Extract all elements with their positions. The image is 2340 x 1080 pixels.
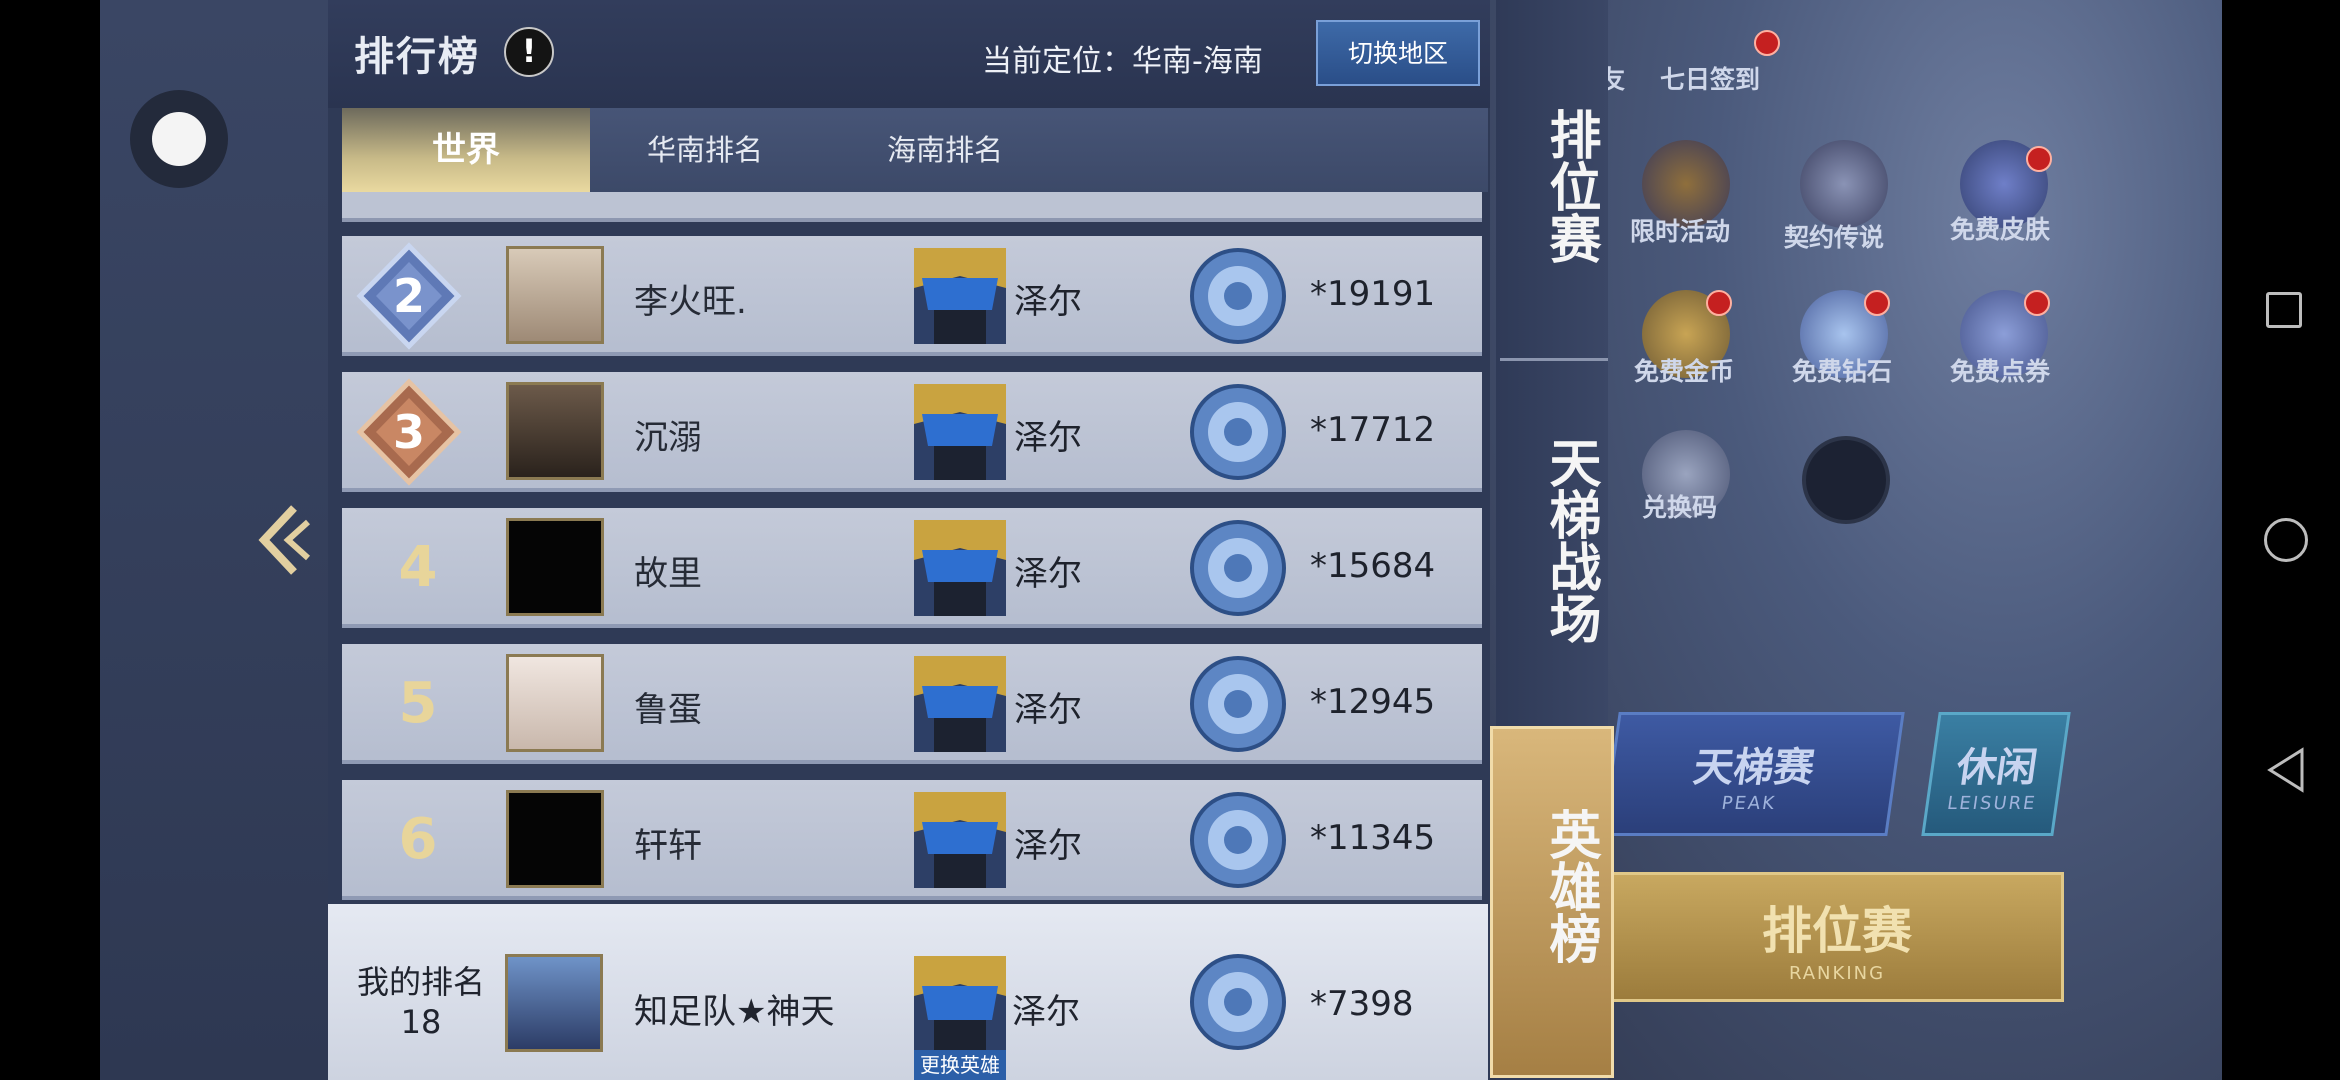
rank-tier-icon [1190,384,1286,480]
rank-number: 4 [398,535,438,600]
hero-zeer-icon [914,248,1006,344]
free-gold-dot [1706,290,1732,316]
leisure-mode-title: 休闲 [1953,745,2041,791]
table-row[interactable]: 4 故里 泽尔 *15684 [342,508,1482,628]
tab-hainan[interactable]: 海南排名 [840,108,1050,192]
medal-rank-text: 2 [393,269,425,323]
current-location: 当前定位：华南-海南 [982,44,1263,79]
collapse-chevron-icon[interactable] [252,500,312,580]
my-rank-label: 我的排名 18 [346,962,496,1042]
floating-assist-dot [152,112,206,166]
hero-name: 泽尔 [1014,554,1082,594]
contract-legend-label[interactable]: 契约传说 [1784,218,1884,254]
my-rank-tier-icon [1190,954,1286,1050]
free-skin-dot [2026,146,2052,172]
rank-tier-icon [1190,792,1286,888]
back-triangle-icon[interactable] [2264,746,2308,794]
page-title: 排行榜 [354,34,480,80]
free-diamond-label[interactable]: 免费钻石 [1792,352,1892,388]
hero-zeer-icon [914,656,1006,752]
seven-day-signin-label[interactable]: 七日签到 [1660,60,1760,96]
table-row[interactable]: 5 鲁蛋 泽尔 *12945 [342,644,1482,764]
score: *12945 [1310,682,1436,722]
leisure-mode-card[interactable]: 休闲 LEISURE [1921,712,2071,836]
free-coupon-label[interactable]: 免费点券 [1950,352,2050,388]
hero-name: 泽尔 [1014,282,1082,322]
score: *19191 [1310,274,1436,314]
free-coupon-dot [2024,290,2050,316]
notification-dot [1754,30,1780,56]
avatar[interactable] [506,382,604,480]
side-menu-divider [1500,358,1608,361]
table-row[interactable]: 6 轩轩 泽尔 *11345 [342,780,1482,900]
side-menu-ladder[interactable]: 天梯战场 [1500,420,1600,660]
ladder-mode-card[interactable]: 天梯赛 PEAK [1601,712,1905,836]
left-black-edge [0,0,100,1080]
rank-tier-icon [1190,248,1286,344]
player-name: 李火旺. [634,282,747,322]
score: *11345 [1310,818,1436,858]
score: *15684 [1310,546,1436,586]
score: *17712 [1310,410,1436,450]
ladder-mode-title: 天梯赛 [1690,745,1818,791]
redeem-code-label[interactable]: 兑换码 [1642,488,1717,524]
change-hero-button[interactable]: 更换英雄 [914,1050,1006,1080]
hero-zeer-icon [914,384,1006,480]
avatar[interactable] [506,518,604,616]
ranking-mode-title: 排位赛 [1762,902,1912,960]
side-menu-hero-board[interactable]: 英雄榜 [1500,786,1600,986]
info-icon[interactable]: ! [504,27,554,77]
silver-medal-icon: 2 [356,242,462,350]
avatar[interactable] [506,790,604,888]
hero-name: 泽尔 [1014,826,1082,866]
rank-tier-icon [1190,656,1286,752]
rank-number: 5 [398,671,438,736]
table-row[interactable]: 2 李火旺. 泽尔 *19191 [342,236,1482,356]
hero-zeer-icon [914,792,1006,888]
player-name: 轩轩 [634,826,702,866]
ranking-mode-card[interactable]: 排位赛 RANKING [1610,872,2064,1002]
my-hero-name: 泽尔 [1012,992,1080,1032]
player-name: 沉溺 [634,418,702,458]
hero-zeer-icon [914,520,1006,616]
medal-rank-text: 3 [393,405,425,459]
limited-event-label[interactable]: 限时活动 [1630,212,1730,248]
tab-south-china[interactable]: 华南排名 [600,108,810,192]
voice-icon[interactable] [1802,436,1890,524]
hero-name: 泽尔 [1014,418,1082,458]
tab-world[interactable]: 世界 [342,108,590,192]
my-rank-title: 我的排名 [356,963,485,1001]
ladder-mode-sub: PEAK [1720,793,1778,814]
rank-number: 6 [398,807,438,872]
home-button[interactable] [2264,518,2308,562]
avatar[interactable] [506,654,604,752]
hero-name: 泽尔 [1014,690,1082,730]
my-avatar[interactable] [505,954,603,1052]
free-gold-label[interactable]: 免费金币 [1634,352,1734,388]
switch-region-button[interactable]: 切换地区 [1316,20,1480,86]
table-row[interactable]: 3 沉溺 泽尔 *17712 [342,372,1482,492]
player-name: 故里 [634,554,702,594]
player-name: 鲁蛋 [634,690,702,730]
my-score: *7398 [1310,984,1414,1024]
rank-tier-icon [1190,520,1286,616]
side-menu-ranked[interactable]: 排位赛 [1500,86,1600,286]
free-diamond-dot [1864,290,1890,316]
leaderboard-list[interactable]: 2 李火旺. 泽尔 *19191 3 沉溺 泽尔 *17712 4 故里 泽尔 … [342,192,1482,904]
row-partial-top [342,192,1482,222]
my-rank-number: 18 [400,1003,442,1041]
recent-apps-button[interactable] [2266,292,2302,328]
ranking-mode-sub: RANKING [1788,963,1886,984]
avatar[interactable] [506,246,604,344]
contract-legend-icon[interactable] [1800,140,1888,228]
leisure-mode-sub: LEISURE [1945,793,2038,814]
free-skin-label[interactable]: 免费皮肤 [1950,210,2050,246]
bronze-medal-icon: 3 [356,378,462,486]
my-player-name: 知足队★神天 [634,992,835,1032]
